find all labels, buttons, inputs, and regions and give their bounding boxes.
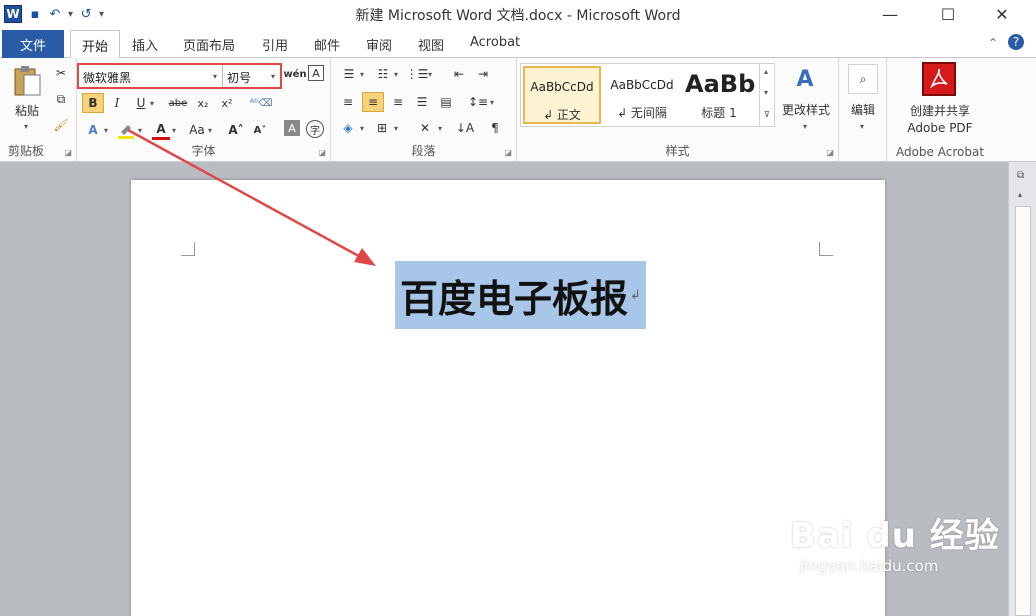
- watermark-brand: Bai du 经验: [790, 516, 1000, 556]
- scroll-up-icon[interactable]: ▴: [1018, 190, 1022, 199]
- scrollbar-thumb[interactable]: [1015, 206, 1031, 616]
- vertical-scrollbar[interactable]: ⧉ ▴: [1008, 162, 1036, 616]
- watermark-url: jingyan.baidu.com: [800, 557, 939, 575]
- baidu-watermark: Bai du 经验 jingyan.baidu.com: [790, 508, 1000, 575]
- ruler-toggle-icon[interactable]: ⧉: [1017, 170, 1024, 181]
